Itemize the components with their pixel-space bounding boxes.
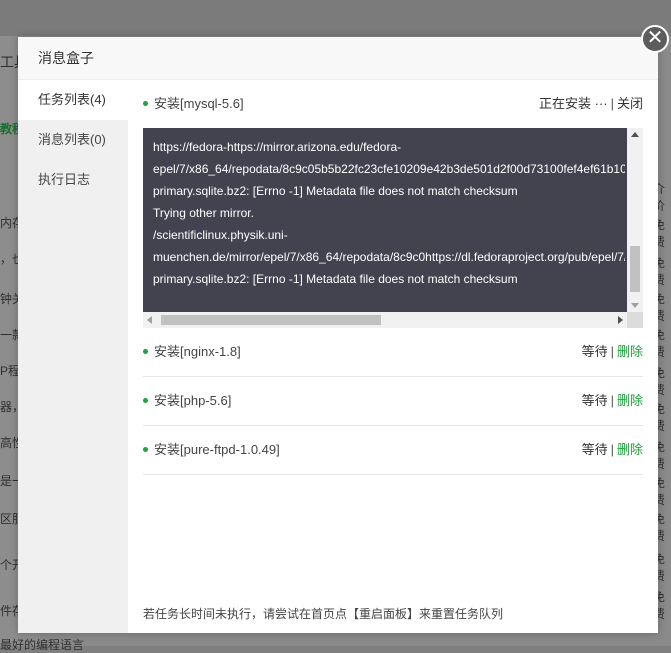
task-label: 安装[mysql-5.6] [154,96,244,111]
task-actions: 正在安装 ··· | 关闭 [538,96,643,111]
message-box-modal: 消息盒子 任务列表(4) 消息列表(0) 执行日志 安装[mysql-5.6] … [18,37,658,633]
vertical-scrollbar[interactable] [627,128,643,312]
scrollbar-thumb[interactable] [161,315,381,325]
sidebar-item-task-list[interactable]: 任务列表(4) [18,80,128,120]
scrollbar-thumb[interactable] [630,246,640,292]
task-actions: 等待 | 删除 [581,442,643,457]
scrollbar-corner [627,312,643,328]
scroll-up-icon[interactable] [631,132,639,137]
task-status: 等待 [581,442,608,457]
modal-title: 消息盒子 [18,37,658,80]
task-queue-tip: 若任务长时间未执行，请尝试在首页点【重启面板】来重置任务队列 [143,607,504,621]
delete-task-button[interactable]: 删除 [617,442,643,457]
log-line: epel/7/x86_64/repodata/8c9c05b5b22fc23cf… [153,162,625,176]
task-header: 安装[pure-ftpd-1.0.49] 等待 | 删除 [143,426,643,474]
status-dot-icon [143,349,148,355]
task-label: 安装[php-5.6] [154,393,232,408]
scroll-right-icon[interactable] [618,316,623,324]
log-lines: https://fedora-https://mirror.arizona.ed… [153,128,625,290]
status-dot-icon [143,447,148,453]
log-line: Trying other mirror. [153,206,254,220]
task-item: 安装[pure-ftpd-1.0.49] 等待 | 删除 [143,426,643,475]
scroll-left-icon[interactable] [147,316,152,324]
task-item: 安装[nginx-1.8] 等待 | 删除 [143,328,643,377]
delete-task-button[interactable]: 删除 [617,344,643,359]
close-task-button[interactable]: 关闭 [617,96,643,111]
task-label: 安装[nginx-1.8] [154,344,241,359]
log-line: muenchen.de/mirror/epel/7/x86_64/repodat… [153,250,625,264]
status-dot-icon [143,101,148,107]
task-status: 正在安装 ··· [538,96,608,111]
task-header: 安装[nginx-1.8] 等待 | 删除 [143,328,643,376]
background-topbar [0,0,671,36]
log-line: /scientificlinux.physik.uni- [153,228,288,242]
task-item: 安装[mysql-5.6] 正在安装 ··· | 关闭 https://fedora… [143,80,643,328]
modal-sidebar: 任务列表(4) 消息列表(0) 执行日志 [18,80,128,633]
log-line: primary.sqlite.bz2: [Errno -1] Metadata … [153,184,518,198]
log-line: primary.sqlite.bz2: [Errno -1] Metadata … [153,272,518,286]
close-modal-icon[interactable]: ✕ [641,25,669,53]
task-status: 等待 [581,393,608,408]
log-line: https://fedora-https://mirror.arizona.ed… [153,140,402,154]
scroll-down-icon[interactable] [631,303,639,308]
task-actions: 等待 | 删除 [581,344,643,359]
bg-text: P程 [0,364,21,378]
horizontal-scrollbar[interactable] [143,312,627,328]
install-log-console[interactable]: https://fedora-https://mirror.arizona.ed… [143,128,643,328]
task-item: 安装[php-5.6] 等待 | 删除 [143,377,643,426]
sidebar-item-execution-log[interactable]: 执行日志 [18,160,128,200]
task-status: 等待 [581,344,608,359]
task-label: 安装[pure-ftpd-1.0.49] [154,442,280,457]
task-actions: 等待 | 删除 [581,393,643,408]
task-header: 安装[mysql-5.6] 正在安装 ··· | 关闭 [143,80,643,128]
sidebar-item-message-list[interactable]: 消息列表(0) [18,120,128,160]
task-list: 安装[mysql-5.6] 正在安装 ··· | 关闭 https://fedora… [143,80,643,633]
status-dot-icon [143,398,148,404]
bg-text: 最好的编程语言 [0,638,85,652]
delete-task-button[interactable]: 删除 [617,393,643,408]
task-header: 安装[php-5.6] 等待 | 删除 [143,377,643,425]
